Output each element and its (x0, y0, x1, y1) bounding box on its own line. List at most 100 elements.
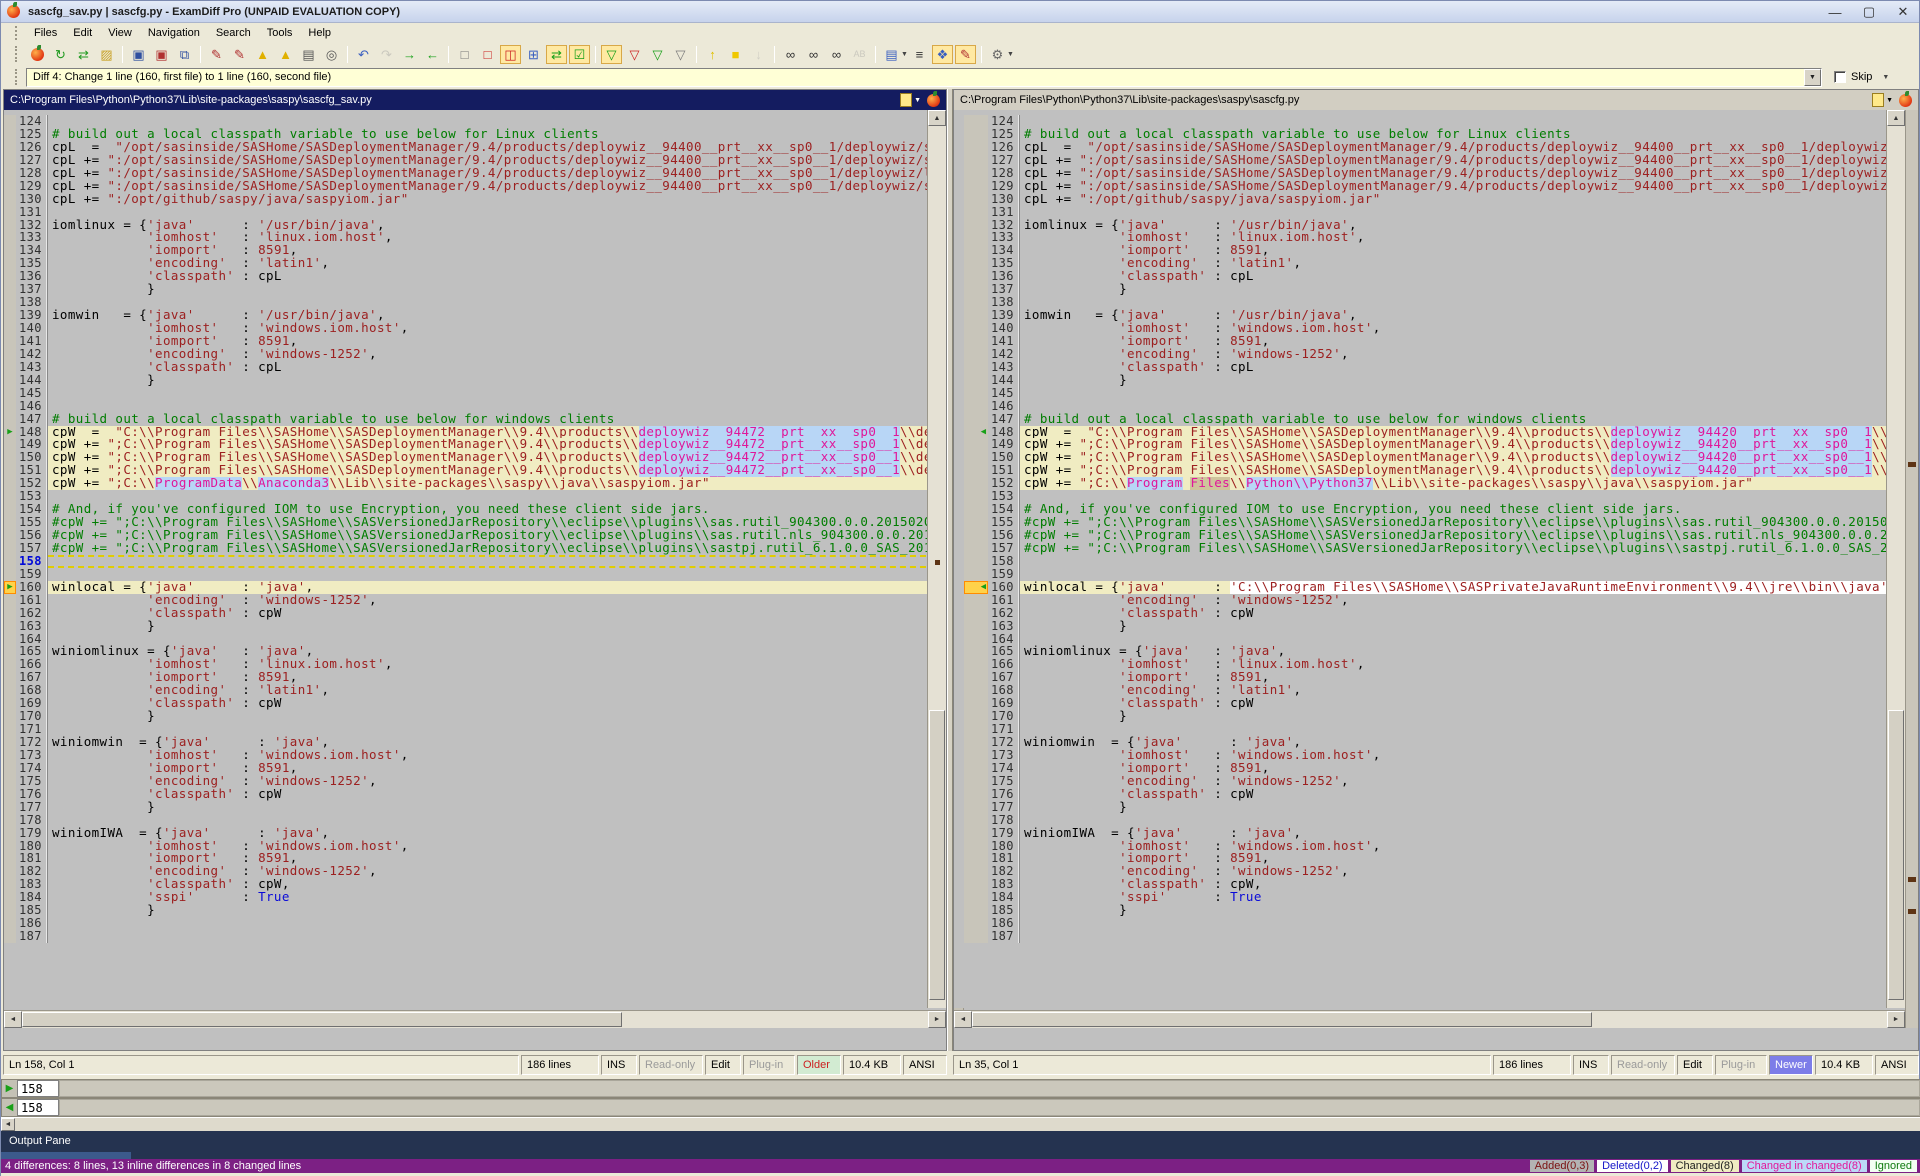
code-line-text[interactable]: } (48, 374, 946, 387)
menu-edit[interactable]: Edit (65, 25, 100, 41)
code-line-text[interactable]: cpW += ";C:\\Program Files\\SASHome\\SAS… (1020, 464, 1918, 477)
diffbar-grip[interactable] (15, 69, 20, 86)
code-line-text[interactable]: 'iomport' : 8591, (48, 671, 946, 684)
recompare-icon[interactable]: ↻ (50, 45, 71, 64)
code-line-text[interactable]: iomlinux = {'java' : '/usr/bin/java', (48, 219, 946, 232)
code-line-text[interactable]: 'classpath' : cpL (48, 361, 946, 374)
code-line-text[interactable]: 'iomhost' : 'windows.iom.host', (48, 322, 946, 335)
code-line-text[interactable]: iomwin = {'java' : '/usr/bin/java', (48, 309, 946, 322)
code-line-text[interactable]: winiomIWA = {'java' : 'java', (48, 827, 946, 840)
right-vscroll-thumb[interactable] (1888, 710, 1904, 1000)
browse-first-icon[interactable]: ▲ (252, 45, 273, 64)
code-line-text[interactable]: 'encoding' : 'latin1', (1020, 257, 1918, 270)
diff-selector-combo[interactable]: Diff 4: Change 1 line (160, first file) … (26, 68, 1822, 87)
code-line-text[interactable]: 'classpath' : cpW (1020, 697, 1918, 710)
badge-changed[interactable]: Changed(8) (1671, 1160, 1739, 1172)
find-prev-icon[interactable]: ∞ (826, 45, 847, 64)
find-icon[interactable]: ∞ (780, 45, 801, 64)
code-line-text[interactable]: cpL += ":/opt/sasinside/SASHome/SASDeplo… (1020, 167, 1918, 180)
line-details-icon[interactable]: ≡ (909, 45, 930, 64)
code-line-text[interactable]: } (48, 710, 946, 723)
skip-checkbox[interactable] (1834, 71, 1846, 83)
right-scroll-right-icon[interactable]: ► (1887, 1011, 1905, 1028)
code-line-text[interactable]: # build out a local classpath variable t… (1020, 128, 1918, 141)
show-differences-icon[interactable]: □ (477, 45, 498, 64)
code-line-text[interactable]: 'classpath' : cpW, (1020, 878, 1918, 891)
previous-diff-icon[interactable]: ↑ (702, 45, 723, 64)
code-line-text[interactable]: 'encoding' : 'latin1', (48, 257, 946, 270)
code-line-text[interactable]: } (48, 283, 946, 296)
code-line-text[interactable]: 'iomhost' : 'windows.iom.host', (48, 749, 946, 762)
save-all-icon[interactable]: ⧉ (174, 45, 195, 64)
code-line-text[interactable]: 'iomport' : 8591, (48, 335, 946, 348)
code-line-text[interactable]: 'classpath' : cpW (48, 607, 946, 620)
code-line-text[interactable]: # build out a local classpath variable t… (48, 413, 946, 426)
code-line-text[interactable]: 'iomport' : 8591, (48, 762, 946, 775)
code-line-text[interactable]: winiomIWA = {'java' : 'java', (1020, 827, 1918, 840)
badge-deleted[interactable]: Deleted(0,2) (1597, 1160, 1668, 1172)
right-hscroll-thumb[interactable] (972, 1012, 1592, 1027)
code-line-text[interactable]: } (1020, 374, 1918, 387)
maximize-button[interactable]: ▢ (1859, 4, 1879, 20)
code-line-text[interactable]: 'encoding' : 'windows-1252', (1020, 775, 1918, 788)
code-line-text[interactable] (48, 930, 946, 943)
code-line-text[interactable]: winlocal = {'java' : 'C:\\Program Files\… (1020, 581, 1918, 594)
menu-help[interactable]: Help (300, 25, 339, 41)
code-line-text[interactable]: 'iomhost' : 'linux.iom.host', (1020, 231, 1918, 244)
right-file-dropdown-icon[interactable]: ▼ (1886, 97, 1893, 104)
code-line-text[interactable] (48, 296, 946, 309)
open-files-icon[interactable]: ▨ (96, 45, 117, 64)
show-identical-icon[interactable]: □ (454, 45, 475, 64)
code-line-text[interactable]: 'iomhost' : 'windows.iom.host', (1020, 749, 1918, 762)
code-line-text[interactable]: cpW += ";C:\\Program Files\\SASHome\\SAS… (48, 438, 946, 451)
code-line-text[interactable]: winlocal = {'java' : 'java', (48, 581, 946, 594)
code-line-text[interactable]: cpW += ";C:\\Program Files\\SASHome\\SAS… (48, 464, 946, 477)
code-line-text[interactable] (48, 568, 946, 581)
display-options-dropdown-icon[interactable]: ▼ (901, 51, 908, 58)
diff-combo-dropdown-icon[interactable]: ▼ (1804, 69, 1821, 86)
code-line-text[interactable]: 'classpath' : cpW (1020, 788, 1918, 801)
code-line-text[interactable]: 'classpath' : cpW (48, 788, 946, 801)
diff-marker-icon[interactable]: ▶ (4, 426, 16, 439)
code-line-text[interactable]: winiomwin = {'java' : 'java', (1020, 736, 1918, 749)
print-icon[interactable]: ▤ (298, 45, 319, 64)
code-line-text[interactable] (1020, 555, 1918, 568)
code-line-text[interactable] (48, 490, 946, 503)
right-scroll-left-icon[interactable]: ◄ (954, 1011, 972, 1028)
code-line-text[interactable]: 'classpath' : cpL (1020, 270, 1918, 283)
code-line-text[interactable]: } (1020, 283, 1918, 296)
code-line-text[interactable]: 'iomport' : 8591, (1020, 762, 1918, 775)
code-line-text[interactable]: iomwin = {'java' : '/usr/bin/java', (1020, 309, 1918, 322)
edit-second-icon[interactable]: ✎ (229, 45, 250, 64)
code-line-text[interactable]: 'classpath' : cpL (48, 270, 946, 283)
code-line-text[interactable]: 'iomhost' : 'linux.iom.host', (48, 658, 946, 671)
code-line-text[interactable] (1020, 387, 1918, 400)
code-line-text[interactable]: 'classpath' : cpL (1020, 361, 1918, 374)
auto-sync-icon[interactable]: ⇄ (546, 45, 567, 64)
code-line-text[interactable]: #cpW += ";C:\\Program Files\\SASHome\\SA… (1020, 529, 1918, 542)
inspector-scrollbar[interactable]: ◄ (1, 1117, 1920, 1131)
right-file-header[interactable]: C:\Program Files\Python\Python37\Lib\sit… (954, 90, 1918, 110)
badge-added[interactable]: Added(0,3) (1530, 1160, 1594, 1172)
code-line-text[interactable] (48, 206, 946, 219)
menu-tools[interactable]: Tools (259, 25, 301, 41)
split-view-icon[interactable]: ◫ (500, 45, 521, 64)
left-hscroll-thumb[interactable] (22, 1012, 622, 1027)
left-file-header[interactable]: C:\Program Files\Python\Python37\Lib\sit… (4, 90, 946, 110)
code-line-text[interactable]: #cpW += ";C:\\Program Files\\SASHome\\SA… (1020, 516, 1918, 529)
undo-icon[interactable]: ↶ (353, 45, 374, 64)
diffbar-overflow-icon[interactable]: ▼ (1882, 74, 1889, 81)
code-line-text[interactable] (1020, 568, 1918, 581)
code-line-text[interactable]: 'encoding' : 'latin1', (1020, 684, 1918, 697)
code-line-text[interactable]: #cpW += ";C:\\Program Files\\SASHome\\SA… (48, 542, 946, 555)
code-line-text[interactable]: # And, if you've configured IOM to use E… (1020, 503, 1918, 516)
code-line-text[interactable]: cpL += ":/opt/sasinside/SASHome/SASDeplo… (1020, 180, 1918, 193)
code-line-text[interactable]: } (48, 620, 946, 633)
left-file-menu-icon[interactable] (900, 93, 912, 107)
code-line-text[interactable]: winiomlinux = {'java' : 'java', (48, 645, 946, 658)
code-line-text[interactable]: iomlinux = {'java' : '/usr/bin/java', (1020, 219, 1918, 232)
menu-navigation[interactable]: Navigation (140, 25, 208, 41)
badge-ignored[interactable]: Ignored (1870, 1160, 1917, 1172)
code-line-text[interactable] (1020, 400, 1918, 413)
menu-grip[interactable] (15, 26, 20, 40)
